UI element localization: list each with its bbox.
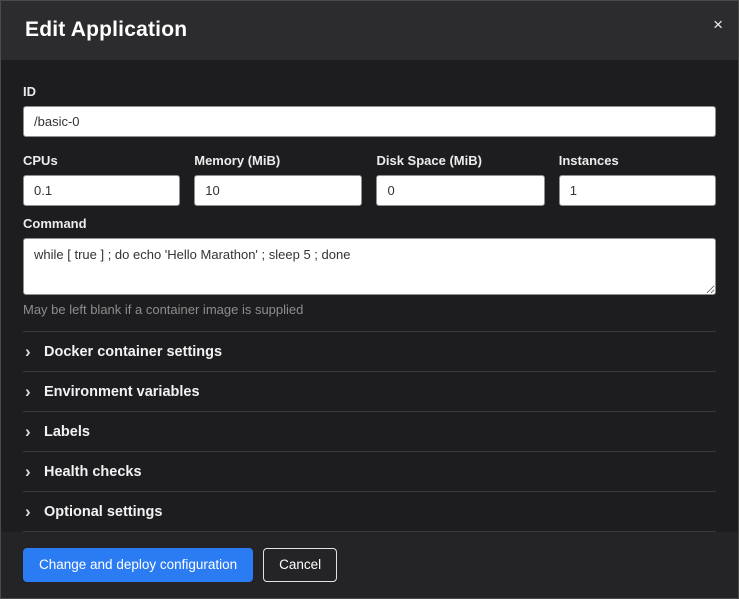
cancel-button[interactable]: Cancel bbox=[263, 548, 337, 582]
section-label: Labels bbox=[44, 424, 90, 440]
edit-application-modal: Edit Application × ID CPUs Memory (MiB) … bbox=[0, 0, 739, 599]
chevron-right-icon: › bbox=[25, 463, 34, 480]
deploy-button[interactable]: Change and deploy configuration bbox=[23, 548, 253, 582]
section-health-checks[interactable]: › Health checks bbox=[23, 451, 716, 491]
modal-title: Edit Application bbox=[25, 18, 714, 42]
command-input[interactable]: while [ true ] ; do echo 'Hello Marathon… bbox=[23, 238, 716, 295]
section-optional-settings[interactable]: › Optional settings bbox=[23, 491, 716, 531]
chevron-right-icon: › bbox=[25, 343, 34, 360]
section-labels[interactable]: › Labels bbox=[23, 411, 716, 451]
cpus-input[interactable] bbox=[23, 175, 180, 206]
modal-footer: Change and deploy configuration Cancel bbox=[1, 532, 738, 598]
section-label: Health checks bbox=[44, 464, 142, 480]
memory-input[interactable] bbox=[194, 175, 362, 206]
id-label: ID bbox=[23, 84, 716, 99]
disk-input[interactable] bbox=[376, 175, 544, 206]
chevron-right-icon: › bbox=[25, 503, 34, 520]
memory-field: Memory (MiB) bbox=[194, 143, 362, 206]
chevron-right-icon: › bbox=[25, 423, 34, 440]
disk-field: Disk Space (MiB) bbox=[376, 143, 544, 206]
close-icon[interactable]: × bbox=[713, 16, 723, 33]
instances-label: Instances bbox=[559, 153, 716, 168]
chevron-right-icon: › bbox=[25, 383, 34, 400]
modal-body: ID CPUs Memory (MiB) Disk Space (MiB) In… bbox=[1, 60, 738, 532]
command-label: Command bbox=[23, 216, 716, 231]
instances-field: Instances bbox=[559, 143, 716, 206]
section-label: Docker container settings bbox=[44, 344, 222, 360]
cpus-field: CPUs bbox=[23, 143, 180, 206]
section-docker-container-settings[interactable]: › Docker container settings bbox=[23, 331, 716, 371]
modal-header: Edit Application × bbox=[1, 1, 738, 60]
section-environment-variables[interactable]: › Environment variables bbox=[23, 371, 716, 411]
id-input[interactable] bbox=[23, 106, 716, 137]
memory-label: Memory (MiB) bbox=[194, 153, 362, 168]
instances-input[interactable] bbox=[559, 175, 716, 206]
section-label: Optional settings bbox=[44, 504, 162, 520]
collapsible-sections: › Docker container settings › Environmen… bbox=[23, 331, 716, 532]
command-help-text: May be left blank if a container image i… bbox=[23, 302, 716, 317]
resources-row: CPUs Memory (MiB) Disk Space (MiB) Insta… bbox=[23, 143, 716, 206]
section-label: Environment variables bbox=[44, 384, 200, 400]
disk-label: Disk Space (MiB) bbox=[376, 153, 544, 168]
cpus-label: CPUs bbox=[23, 153, 180, 168]
